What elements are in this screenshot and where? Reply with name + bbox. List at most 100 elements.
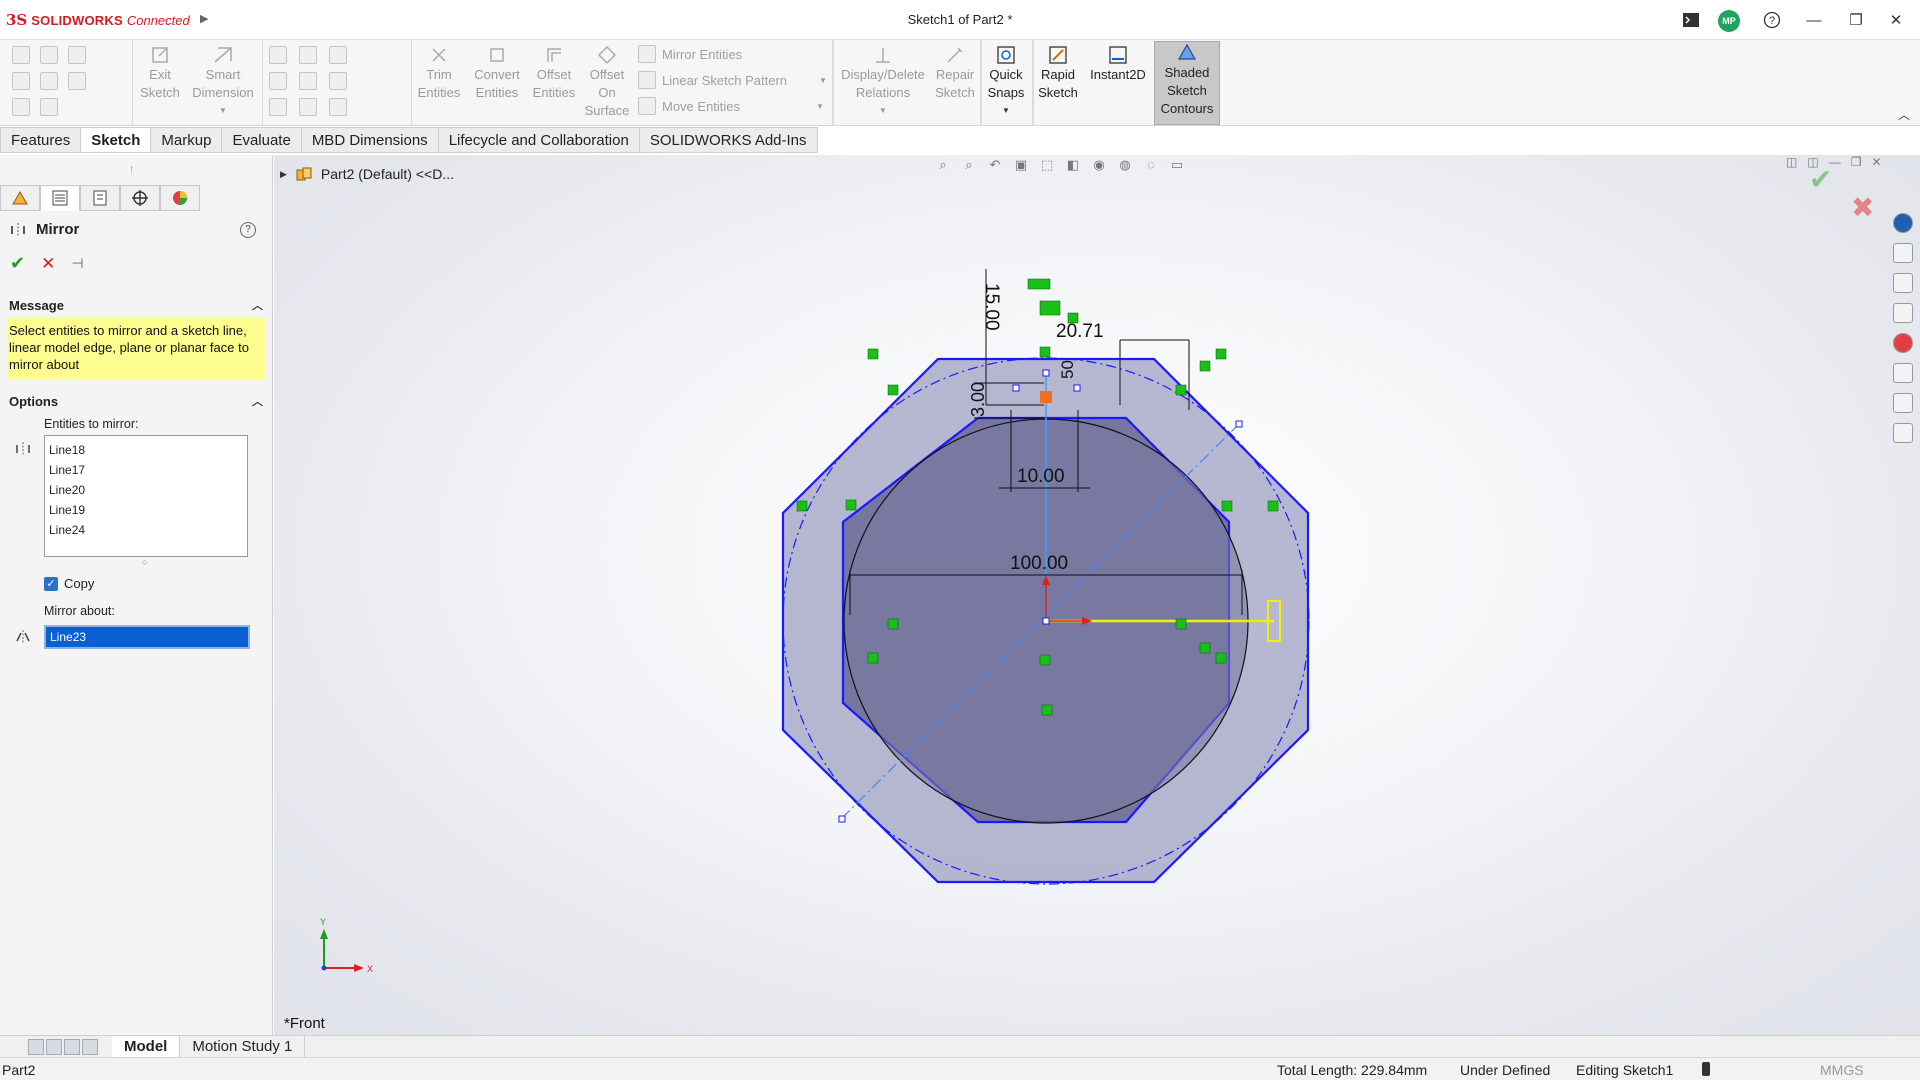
relation-glyph bbox=[887, 618, 899, 630]
slot-tool-icon[interactable] bbox=[299, 72, 317, 90]
polygon-tool-icon[interactable] bbox=[329, 72, 347, 90]
quick-snaps-label-2: Snaps bbox=[987, 85, 1025, 100]
list-item[interactable]: Line19 bbox=[49, 500, 243, 520]
first-tab-nav-icon[interactable] bbox=[28, 1038, 44, 1055]
shaded-sketch-contours-button[interactable]: Shaded Sketch Contours bbox=[1154, 41, 1220, 125]
list-resize-handle[interactable]: ○ bbox=[142, 557, 147, 567]
relations-label-1: Display/Delete bbox=[841, 67, 925, 82]
collapse-ribbon-icon[interactable]: ︿ bbox=[1898, 106, 1910, 123]
solidworks-logo[interactable]: 3S SOLIDWORKS Connected bbox=[6, 10, 190, 30]
prev-tab-nav-icon[interactable] bbox=[46, 1038, 62, 1055]
smart-dimension-button[interactable]: Smart Dimension ▼ bbox=[190, 44, 256, 120]
print-icon[interactable] bbox=[12, 98, 30, 116]
dimension-100[interactable]: 100.00 bbox=[1010, 553, 1068, 574]
relation-glyph bbox=[1175, 384, 1187, 396]
next-tab-nav-icon[interactable] bbox=[64, 1038, 80, 1055]
tab-sketch[interactable]: Sketch bbox=[81, 127, 152, 153]
graphics-area[interactable]: ▶ Part2 (Default) <<D... ⌕ ⌕ ↶ ▣ ⬚ ◧ ◉ ◍… bbox=[274, 155, 1920, 1035]
new-document-icon[interactable] bbox=[12, 72, 30, 90]
offset-on-surface-button[interactable]: Offset On Surface bbox=[585, 44, 629, 120]
undo-icon[interactable] bbox=[68, 46, 86, 64]
repair-sketch-button[interactable]: Repair Sketch bbox=[934, 44, 976, 102]
property-manager-title: Mirror bbox=[10, 221, 79, 238]
property-manager-tab[interactable] bbox=[40, 185, 80, 211]
options-section-header[interactable]: Options ︿ bbox=[0, 390, 273, 412]
command-tabs: Features Sketch Markup Evaluate MBD Dime… bbox=[0, 127, 818, 155]
save-icon[interactable] bbox=[40, 46, 58, 64]
trim-entities-button[interactable]: Trim Entities bbox=[416, 44, 462, 102]
rebuild-indicator-icon[interactable] bbox=[1702, 1062, 1710, 1076]
spline-tool-icon[interactable] bbox=[329, 46, 347, 64]
brand-name: SOLIDWORKS bbox=[31, 12, 123, 28]
dimension-50[interactable]: 50 bbox=[1058, 360, 1077, 379]
message-box: Select entities to mirror and a sketch l… bbox=[7, 318, 265, 380]
exit-sketch-button[interactable]: Exit Sketch bbox=[140, 44, 180, 102]
user-avatar[interactable]: MP bbox=[1718, 10, 1740, 32]
instant2d-button[interactable]: Instant2D bbox=[1086, 44, 1150, 84]
dimension-10[interactable]: 10.00 bbox=[1017, 466, 1065, 487]
pushpin-icon[interactable]: ⊣ bbox=[71, 255, 83, 272]
quick-access-group bbox=[0, 40, 133, 126]
tab-features[interactable]: Features bbox=[0, 127, 82, 153]
list-item[interactable]: Line20 bbox=[49, 480, 243, 500]
linear-sketch-pattern-button[interactable]: Linear Sketch Pattern ▼ bbox=[638, 68, 827, 92]
help-icon[interactable]: ? bbox=[240, 222, 256, 238]
rebuild-icon[interactable] bbox=[40, 72, 58, 90]
message-section-header[interactable]: Message ︿ bbox=[0, 294, 273, 316]
feature-manager-tab[interactable] bbox=[0, 185, 40, 211]
tab-mbd-dimensions[interactable]: MBD Dimensions bbox=[301, 127, 439, 153]
panel-splitter-handle[interactable]: ⁝ bbox=[130, 165, 133, 176]
rectangle-tool-icon[interactable] bbox=[269, 72, 287, 90]
move-entities-button[interactable]: Move Entities ▼ bbox=[638, 94, 824, 118]
sketch-canvas[interactable]: 15.00 20.71 50 3.00 10.00 100.00 Y X bbox=[274, 155, 1920, 1035]
display-delete-relations-button[interactable]: Display/Delete Relations ▼ bbox=[838, 44, 928, 120]
line-tool-icon[interactable] bbox=[269, 46, 287, 64]
dimension-3[interactable]: 3.00 bbox=[968, 382, 988, 417]
offset-label-2: Entities bbox=[532, 85, 576, 100]
convert-entities-button[interactable]: Convert Entities bbox=[470, 44, 524, 102]
point-tool-icon[interactable] bbox=[329, 98, 347, 116]
copy-checkbox-row[interactable]: ✓ Copy bbox=[44, 576, 94, 591]
dimxpert-tab[interactable] bbox=[120, 185, 160, 211]
offset-entities-button[interactable]: Offset Entities bbox=[530, 44, 578, 102]
tab-lifecycle[interactable]: Lifecycle and Collaboration bbox=[438, 127, 640, 153]
status-units[interactable]: MMGS bbox=[1820, 1062, 1864, 1078]
cancel-x-icon[interactable]: ✕ bbox=[41, 254, 55, 274]
minimize-icon[interactable]: — bbox=[1800, 8, 1828, 32]
coincident-relation-glyph[interactable] bbox=[1040, 391, 1052, 403]
list-item[interactable]: Line17 bbox=[49, 460, 243, 480]
tab-addins[interactable]: SOLIDWORKS Add-Ins bbox=[639, 127, 818, 153]
mirror-about-value: Line23 bbox=[48, 630, 87, 644]
ok-check-icon[interactable]: ✔ bbox=[10, 253, 25, 274]
help-icon[interactable]: ? bbox=[1758, 8, 1786, 32]
dimension-20-71[interactable]: 20.71 bbox=[1056, 321, 1104, 342]
rapid-sketch-button[interactable]: Rapid Sketch bbox=[1036, 44, 1080, 102]
mirror-about-label: Mirror about: bbox=[44, 604, 115, 618]
tab-markup[interactable]: Markup bbox=[151, 127, 223, 153]
mirror-entities-button[interactable]: Mirror Entities bbox=[638, 42, 742, 66]
tab-evaluate[interactable]: Evaluate bbox=[222, 127, 302, 153]
list-item[interactable]: Line24 bbox=[49, 520, 243, 540]
redo-icon[interactable] bbox=[68, 72, 86, 90]
quick-snaps-button[interactable]: Quick Snaps ▼ bbox=[984, 44, 1028, 120]
copy-checkbox[interactable]: ✓ bbox=[44, 576, 58, 591]
restore-icon[interactable]: ❐ bbox=[1842, 8, 1870, 32]
circle-tool-icon[interactable] bbox=[299, 46, 317, 64]
configuration-manager-tab[interactable] bbox=[80, 185, 120, 211]
menu-expand-icon[interactable]: ▶ bbox=[200, 12, 210, 28]
arc-tool-icon[interactable] bbox=[269, 98, 287, 116]
fillet-tool-icon[interactable] bbox=[299, 98, 317, 116]
relation-glyph bbox=[887, 384, 899, 396]
entities-to-mirror-list[interactable]: Line18 Line17 Line20 Line19 Line24 bbox=[44, 435, 248, 557]
home-icon[interactable] bbox=[12, 46, 30, 64]
command-prompt-icon[interactable] bbox=[1677, 8, 1705, 32]
mirror-about-field[interactable]: Line23 bbox=[44, 625, 250, 649]
tab-model[interactable]: Model bbox=[112, 1035, 181, 1058]
options-gear-icon[interactable] bbox=[40, 98, 58, 116]
dimension-15[interactable]: 15.00 bbox=[981, 283, 1002, 331]
list-item[interactable]: Line18 bbox=[49, 440, 243, 460]
tab-motion-study-1[interactable]: Motion Study 1 bbox=[180, 1035, 306, 1058]
last-tab-nav-icon[interactable] bbox=[82, 1038, 98, 1055]
display-manager-tab[interactable] bbox=[160, 185, 200, 211]
close-icon[interactable]: ✕ bbox=[1882, 8, 1910, 32]
